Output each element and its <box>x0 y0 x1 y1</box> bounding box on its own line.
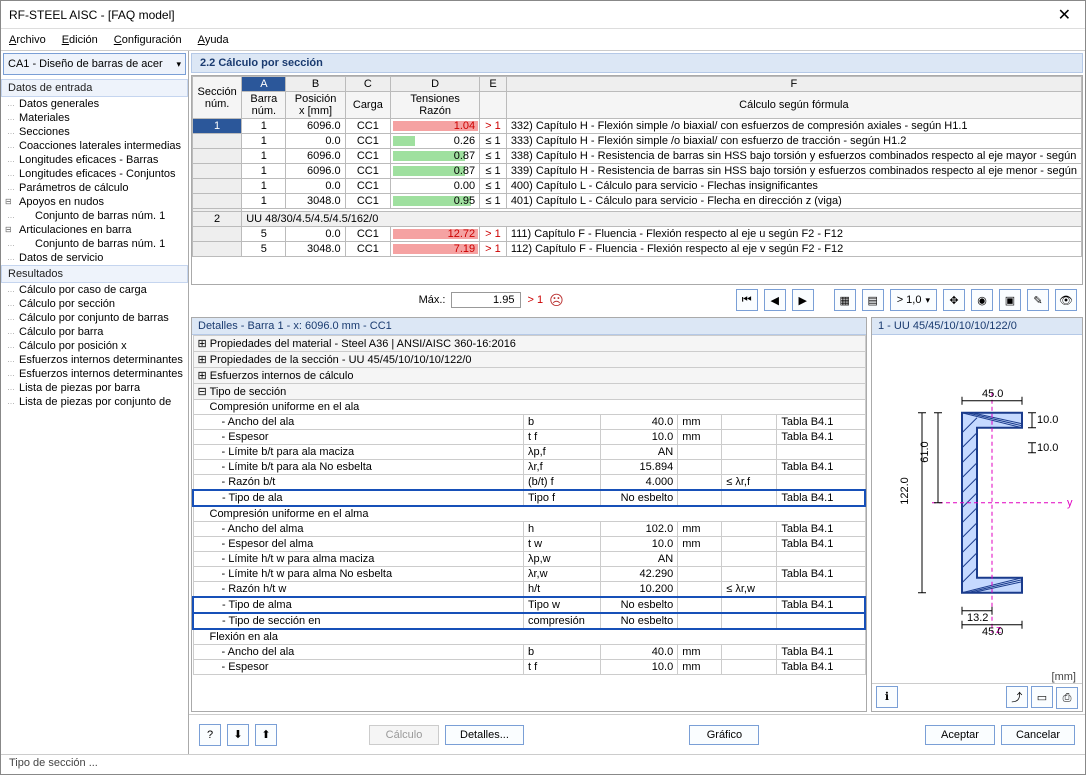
tree-apoyos[interactable]: Apoyos en nudos <box>1 195 188 209</box>
axis-icon[interactable]: ⤴ <box>1006 686 1028 708</box>
menu-help[interactable]: Ayuda <box>198 34 229 46</box>
tree-apoyos-sub[interactable]: Conjunto de barras núm. 1 <box>1 209 188 223</box>
tree-articulaciones-sub[interactable]: Conjunto de barras núm. 1 <box>1 237 188 251</box>
tree-item[interactable]: Lista de piezas por conjunto de <box>1 395 188 409</box>
tree-servicio[interactable]: Datos de servicio <box>1 251 188 265</box>
filter-icon[interactable]: ▦ <box>834 289 856 311</box>
tree-item[interactable]: Cálculo por caso de carga <box>1 283 188 297</box>
svg-text:122.0: 122.0 <box>899 477 911 505</box>
svg-text:45.0: 45.0 <box>982 388 1003 400</box>
tree-item[interactable]: Esfuerzos internos determinantes <box>1 367 188 381</box>
tree-item[interactable]: Coacciones laterales intermedias <box>1 139 188 153</box>
tree-item[interactable]: Lista de piezas por barra <box>1 381 188 395</box>
tree-item[interactable]: Cálculo por sección <box>1 297 188 311</box>
window-title: RF-STEEL AISC - [FAQ model] <box>9 8 1052 22</box>
svg-text:10.0: 10.0 <box>1037 414 1058 426</box>
tree-item[interactable]: Longitudes eficaces - Barras <box>1 153 188 167</box>
tree-articulaciones[interactable]: Articulaciones en barra <box>1 223 188 237</box>
tree-item[interactable]: Esfuerzos internos determinantes <box>1 353 188 367</box>
details-title: Detalles - Barra 1 - x: 6096.0 mm - CC1 <box>192 318 866 335</box>
svg-text:10.0: 10.0 <box>1037 442 1058 454</box>
warning-icon: ☹ <box>549 292 564 309</box>
calc-button: Cálculo <box>369 725 439 745</box>
section-diagram: y z 45.0 10.0 10.0 <box>872 335 1082 671</box>
eye-icon[interactable]: 👁 <box>1055 289 1077 311</box>
print-icon[interactable]: ⎙ <box>1056 687 1078 709</box>
tree-item[interactable]: Parámetros de cálculo <box>1 181 188 195</box>
tree-item[interactable]: Cálculo por conjunto de barras <box>1 311 188 325</box>
view-icon[interactable]: ◉ <box>971 289 993 311</box>
tree-item[interactable]: Datos generales <box>1 97 188 111</box>
tree-item[interactable]: Cálculo por posición x <box>1 339 188 353</box>
filter2-icon[interactable]: ▤ <box>862 289 884 311</box>
info-icon[interactable]: ℹ <box>876 686 898 708</box>
pick-icon[interactable]: ✥ <box>943 289 965 311</box>
results-grid[interactable]: Secciónnúm.ABCDEFBarranúm.Posiciónx [mm]… <box>191 75 1083 285</box>
svg-text:y: y <box>1067 497 1073 509</box>
details-button[interactable]: Detalles... <box>445 725 524 745</box>
cancel-button[interactable]: Cancelar <box>1001 725 1075 745</box>
section-title: 2.2 Cálculo por sección <box>191 53 1083 73</box>
graph-button[interactable]: Gráfico <box>689 725 759 745</box>
tree-head-input: Datos de entrada <box>1 79 188 97</box>
menu-file[interactable]: Archivo <box>9 34 46 46</box>
case-selector[interactable]: CA1 - Diseño de barras de acer ▾ <box>3 53 186 75</box>
export-icon[interactable]: ▣ <box>999 289 1021 311</box>
section-icon[interactable]: ▭ <box>1031 686 1053 708</box>
tree-item[interactable]: Longitudes eficaces - Conjuntos <box>1 167 188 181</box>
chevron-down-icon: ▾ <box>925 295 930 306</box>
tree-item[interactable]: Materiales <box>1 111 188 125</box>
tree-item[interactable]: Secciones <box>1 125 188 139</box>
ok-button[interactable]: Aceptar <box>925 725 995 745</box>
svg-text:13.2: 13.2 <box>967 612 988 624</box>
nav-first-icon[interactable]: ⏮ <box>736 289 758 311</box>
max-value: 1.95 <box>451 292 521 308</box>
export2-icon[interactable]: ⬆ <box>255 724 277 746</box>
color-icon[interactable]: ✎ <box>1027 289 1049 311</box>
chevron-down-icon: ▾ <box>176 59 181 70</box>
profile-title: 1 - UU 45/45/10/10/10/122/0 <box>872 318 1082 335</box>
scale-selector[interactable]: > 1,0▾ <box>890 289 937 311</box>
tree-item[interactable]: Cálculo por barra <box>1 325 188 339</box>
nav-prev-icon[interactable]: ◀ <box>764 289 786 311</box>
menu-config[interactable]: Configuración <box>114 34 182 46</box>
max-cmp: > 1 <box>527 294 543 306</box>
help-icon[interactable]: ? <box>199 724 221 746</box>
nav-tree: Datos de entrada Datos generalesMaterial… <box>1 77 188 754</box>
status-bar: Tipo de sección ... <box>1 754 1085 774</box>
tree-head-results: Resultados <box>1 265 188 283</box>
profile-unit: [mm] <box>872 671 1082 683</box>
svg-text:45.0: 45.0 <box>982 626 1003 638</box>
case-selector-value: CA1 - Diseño de barras de acer <box>8 58 163 70</box>
menubar: Archivo Edición Configuración Ayuda <box>1 29 1085 51</box>
close-icon[interactable]: ✕ <box>1052 5 1077 25</box>
nav-next-icon[interactable]: ▶ <box>792 289 814 311</box>
svg-text:61.0: 61.0 <box>919 441 931 462</box>
menu-edit[interactable]: Edición <box>62 34 98 46</box>
export1-icon[interactable]: ⬇ <box>227 724 249 746</box>
max-label: Máx.: <box>419 294 446 306</box>
